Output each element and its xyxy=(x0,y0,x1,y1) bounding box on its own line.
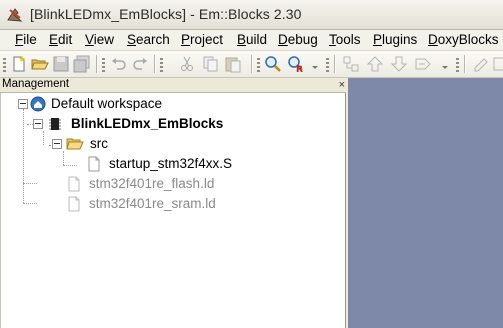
toolbar: R xyxy=(0,51,503,78)
toolbar-grip[interactable] xyxy=(456,58,459,72)
toolbar-separator xyxy=(96,55,98,73)
tree-connector xyxy=(63,165,77,166)
toolbar-separator xyxy=(251,55,253,73)
title-bar[interactable]: [BlinkLEDmx_EmBlocks] - Em::Blocks 2.30 xyxy=(0,0,503,30)
redo-icon[interactable] xyxy=(131,55,149,73)
file-icon xyxy=(68,176,80,192)
chip-project-icon xyxy=(49,118,61,130)
menu-plugins[interactable]: Plugins xyxy=(373,32,417,47)
replace-icon[interactable]: R xyxy=(287,55,305,73)
tree-connector xyxy=(63,151,64,165)
toolbar-grip[interactable] xyxy=(326,58,329,72)
toolbar-separator xyxy=(154,55,156,73)
menu-search[interactable]: Search xyxy=(127,32,170,47)
undo-icon[interactable] xyxy=(110,55,128,73)
doxyblocks-extract-icon[interactable] xyxy=(492,55,503,73)
management-panel-header: Management × xyxy=(0,78,348,93)
menu-debug[interactable]: Debug xyxy=(278,32,318,47)
toolbar-separator xyxy=(334,55,336,73)
source-file-label[interactable]: startup_stm32f4xx.S xyxy=(109,156,232,171)
workspace-label[interactable]: Default workspace xyxy=(51,96,162,111)
save-all-icon[interactable] xyxy=(73,55,91,73)
file-icon xyxy=(68,196,80,212)
new-file-icon[interactable] xyxy=(10,55,28,73)
folder-collapse-toggle[interactable] xyxy=(52,139,62,149)
window-title: [BlinkLEDmx_EmBlocks] - Em::Blocks 2.30 xyxy=(30,6,302,22)
toolbar-dropdown-icon[interactable] xyxy=(310,55,320,73)
cut-icon[interactable] xyxy=(178,55,196,73)
tree-connector xyxy=(23,203,37,204)
menu-edit[interactable]: Edit xyxy=(49,32,72,47)
open-folder-icon xyxy=(66,138,84,150)
toolbar-grip[interactable] xyxy=(257,58,260,72)
menu-project[interactable]: Project xyxy=(181,32,223,47)
management-close-button[interactable]: × xyxy=(339,79,345,91)
editor-area[interactable] xyxy=(348,78,503,328)
project-label[interactable]: BlinkLEDmx_EmBlocks xyxy=(71,116,223,131)
menu-view[interactable]: View xyxy=(85,32,114,47)
menu-tools[interactable]: Tools xyxy=(329,32,361,47)
copy-icon[interactable] xyxy=(201,55,219,73)
toolbar-grip[interactable] xyxy=(160,58,163,72)
menu-doxyblocks[interactable]: DoxyBlocks xyxy=(428,32,499,47)
workspace-collapse-toggle[interactable] xyxy=(18,99,28,109)
workspace-icon xyxy=(30,96,46,112)
toolbar-dropdown-icon[interactable] xyxy=(440,55,450,73)
menu-file[interactable]: File xyxy=(15,32,37,47)
toolbar-grip[interactable] xyxy=(3,58,6,72)
tree-connector xyxy=(23,183,37,184)
open-folder-icon[interactable] xyxy=(31,55,49,73)
save-icon[interactable] xyxy=(52,55,70,73)
management-panel-title: Management xyxy=(2,78,70,90)
menu-build[interactable]: Build xyxy=(237,32,267,47)
paste-icon[interactable] xyxy=(224,55,242,73)
tree-connector xyxy=(43,131,44,145)
project-collapse-toggle[interactable] xyxy=(33,119,43,129)
tree-connector xyxy=(23,109,24,203)
menu-bar: File Edit View Search Project Build Debug Tools… xyxy=(0,30,503,51)
doxyblocks-comment-icon[interactable] xyxy=(472,55,490,73)
bookmark-prev-icon[interactable] xyxy=(366,55,384,73)
find-icon[interactable] xyxy=(264,55,282,73)
project-tree[interactable]: Default workspace BlinkLEDmx_EmBlocks sr… xyxy=(0,93,346,328)
linker-file-label[interactable]: stm32f401re_flash.ld xyxy=(89,176,214,191)
emblocks-app-icon[interactable] xyxy=(6,6,24,24)
toolbar-separator xyxy=(464,55,466,73)
toolbar-grip[interactable] xyxy=(102,58,105,72)
svg-text:R: R xyxy=(296,65,303,73)
bookmark-next-icon[interactable] xyxy=(390,55,408,73)
jump-icon[interactable] xyxy=(342,55,360,73)
file-icon xyxy=(88,156,100,172)
bookmark-toggle-icon[interactable] xyxy=(414,55,432,73)
linker-file-label[interactable]: stm32f401re_sram.ld xyxy=(89,196,216,211)
folder-label[interactable]: src xyxy=(90,136,108,151)
